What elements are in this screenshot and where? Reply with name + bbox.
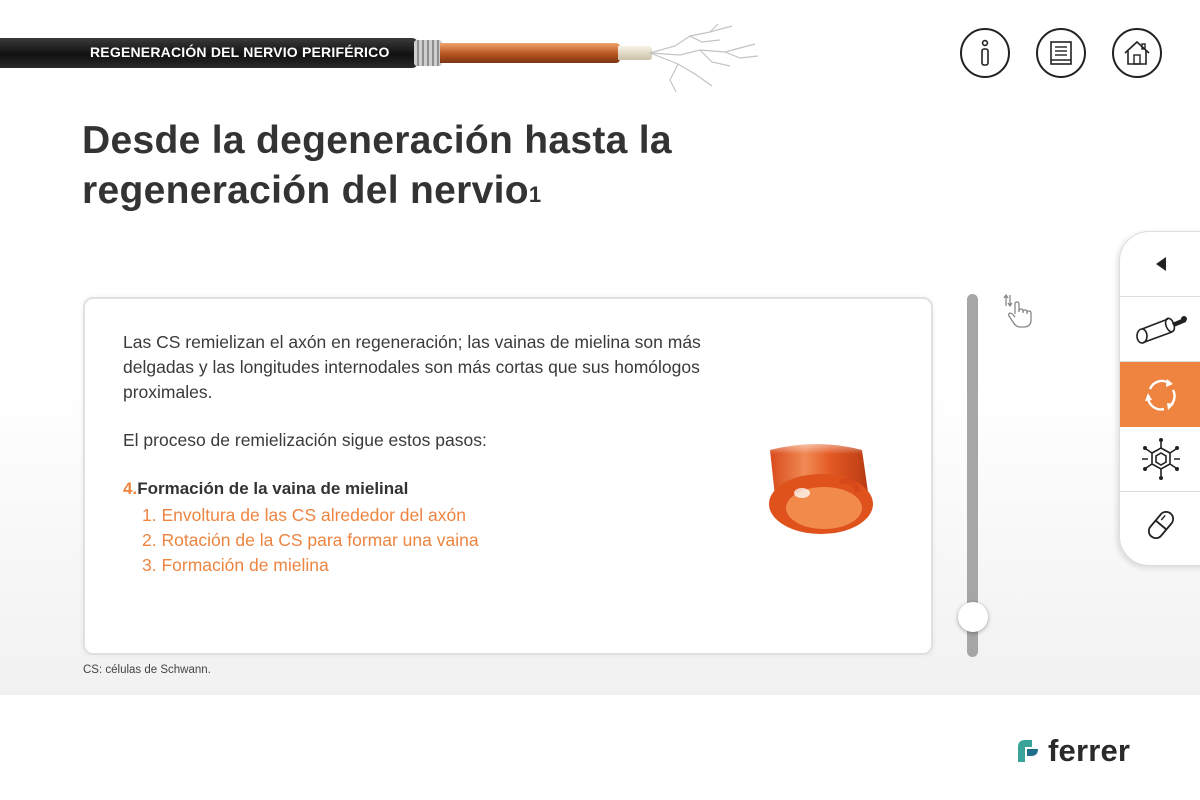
cable-shield <box>414 40 442 66</box>
intro-paragraph: Las CS remielizan el axón en regeneració… <box>123 332 701 402</box>
home-button[interactable] <box>1112 28 1162 78</box>
substep-list: 1. Envoltura de las CS alrededor del axó… <box>142 503 479 578</box>
info-icon <box>981 39 989 66</box>
substep-item: 1. Envoltura de las CS alrededor del axó… <box>142 505 466 525</box>
footnote: CS: células de Schwann. <box>83 664 211 676</box>
myelin-sheath-illustration <box>762 436 878 534</box>
cable-copper-core <box>440 43 620 63</box>
scrollbar-thumb[interactable] <box>958 602 988 632</box>
title-line-1: Desde la degeneración hasta la <box>82 119 672 162</box>
page-title: Desde la degeneración hasta la regenerac… <box>82 116 782 216</box>
section-title: REGENERACIÓN DEL NERVIO PERIFÉRICO <box>90 44 390 60</box>
capsule-icon <box>1147 510 1174 539</box>
ferrer-logo-icon <box>1018 740 1038 762</box>
ferrer-logo-text: ferrer <box>1048 733 1131 768</box>
side-nav-back-button[interactable] <box>1120 232 1200 297</box>
side-nav-nerve-button[interactable] <box>1120 297 1200 362</box>
nerve-cable-icon <box>1135 316 1187 344</box>
substep-item: 3. Formación de mielina <box>142 555 329 575</box>
step-heading: 4.Formación de la vaina de mielinal <box>123 477 408 501</box>
references-button[interactable] <box>1036 28 1086 78</box>
process-paragraph: El proceso de remielización sigue estos … <box>123 430 487 450</box>
ferrer-logo: ferrer <box>1014 733 1130 769</box>
info-button[interactable] <box>960 28 1010 78</box>
scroll-hint-hand-icon <box>1003 293 1032 328</box>
side-navigation <box>1119 231 1200 566</box>
step-number: 4. <box>123 479 138 498</box>
title-line-2: regeneración del nervio <box>82 169 529 212</box>
side-nav-treatment-button[interactable] <box>1120 492 1200 557</box>
book-icon <box>1050 41 1072 65</box>
molecule-icon <box>1141 438 1180 480</box>
cycle-arrows-icon <box>1144 378 1176 411</box>
side-nav-regeneration-button[interactable] <box>1120 362 1200 427</box>
step-title: Formación de la vaina de mielinal <box>137 479 409 498</box>
back-arrow-icon <box>1155 257 1166 271</box>
side-nav-molecule-button[interactable] <box>1120 427 1200 492</box>
home-icon <box>1124 40 1150 65</box>
substep-item: 2. Rotación de la CS para formar una vai… <box>142 530 479 550</box>
title-reference-mark: 1 <box>528 182 542 207</box>
lightning-icon <box>649 23 759 93</box>
